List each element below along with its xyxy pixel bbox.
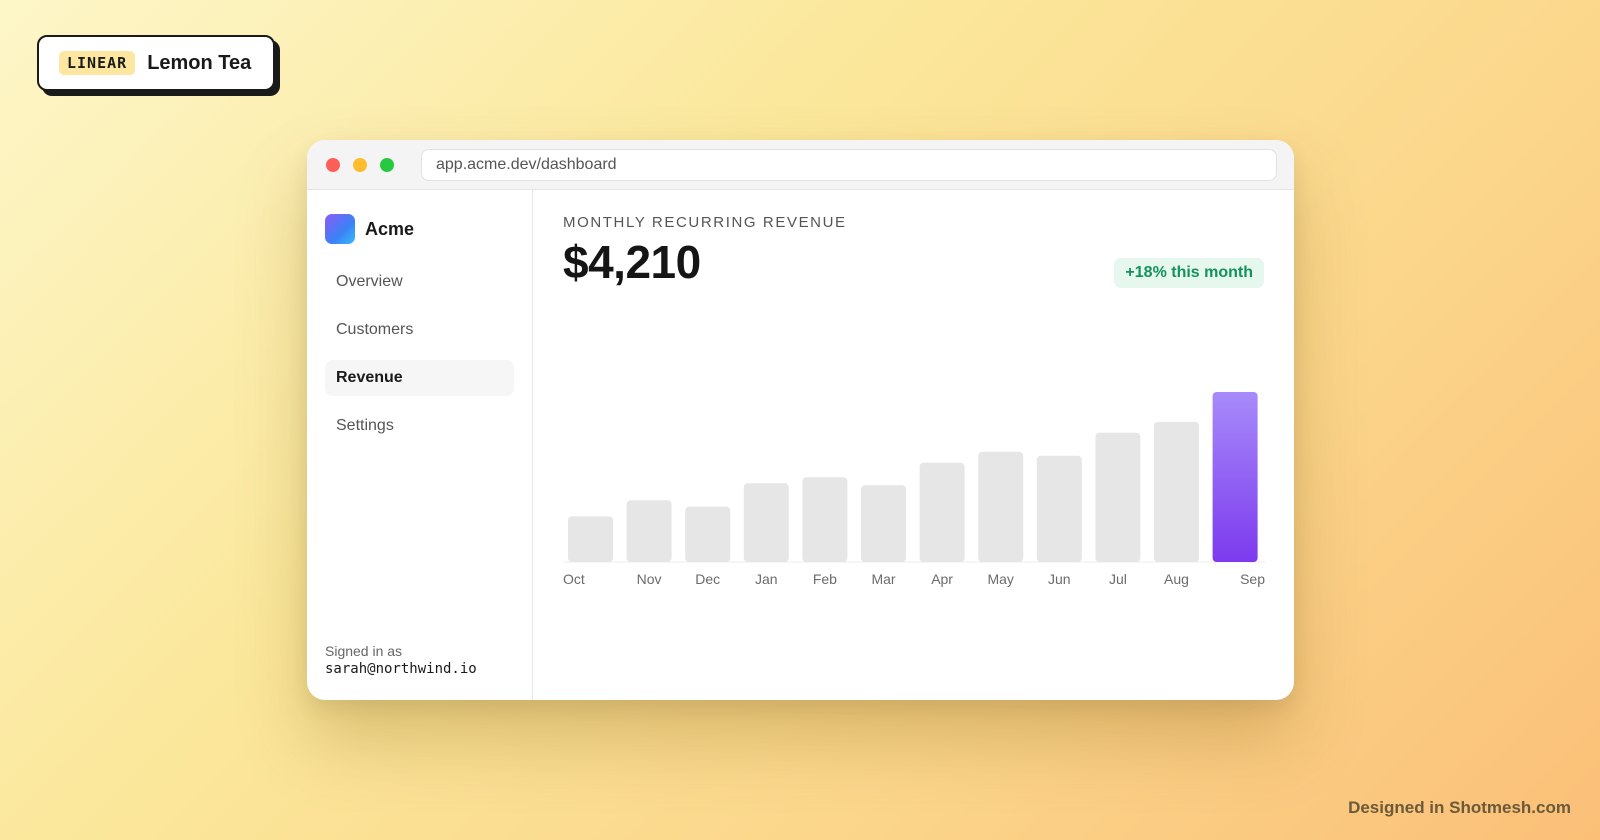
chart-bar-sep <box>1212 392 1258 562</box>
chart-x-label-mar: Mar <box>871 571 895 587</box>
chart-x-label-dec: Dec <box>695 571 720 587</box>
chart-x-label-jan: Jan <box>755 571 778 587</box>
chart-bar-mar <box>861 485 906 562</box>
chart-x-label-nov: Nov <box>637 571 662 587</box>
chart-bar-jun <box>1036 455 1082 562</box>
sidebar: Acme Overview Customers Revenue Settings… <box>307 190 533 700</box>
sidebar-item-settings[interactable]: Settings <box>325 408 514 444</box>
chart-bar-oct <box>568 516 613 562</box>
chart-x-label-jun: Jun <box>1048 571 1071 587</box>
badge-name: Lemon Tea <box>147 51 252 74</box>
address-bar[interactable]: app.acme.dev/dashboard <box>421 148 1277 181</box>
signed-in-info: Signed in as sarah@northwind.io <box>325 643 477 677</box>
chart-bar-jan <box>743 483 789 562</box>
chart-x-label-sep: Sep <box>1240 571 1265 587</box>
badge-tag: LINEAR <box>59 51 136 75</box>
chart-x-label-oct: Oct <box>563 571 585 587</box>
chart-x-label-aug: Aug <box>1164 571 1189 587</box>
footer-credit: Designed in Shotmesh.com <box>1348 798 1571 817</box>
sidebar-item-overview[interactable]: Overview <box>325 264 514 300</box>
title-bar: app.acme.dev/dashboard <box>307 140 1294 190</box>
maximize-window-button[interactable] <box>380 157 394 172</box>
signed-in-label: Signed in as <box>325 643 403 659</box>
url-text: app.acme.dev/dashboard <box>436 155 617 173</box>
chart-x-label-may: May <box>987 571 1013 587</box>
brand-badge: LINEAR Lemon Tea <box>37 35 280 96</box>
chart-bar-feb <box>802 477 848 562</box>
close-window-button[interactable] <box>326 157 340 172</box>
app-header: Acme <box>325 214 514 244</box>
app-logo-icon <box>325 214 355 244</box>
chart-bar-nov <box>626 500 672 562</box>
chart-x-label-jul: Jul <box>1109 571 1127 587</box>
signed-in-email: sarah@northwind.io <box>325 661 477 677</box>
minimize-window-button[interactable] <box>353 157 367 172</box>
badge-face: LINEAR Lemon Tea <box>37 35 275 91</box>
chart-x-label-apr: Apr <box>931 571 953 587</box>
revenue-bar-chart: Oct Nov Dec Jan Feb Mar Apr May Jun Jul Aug Sep <box>563 392 1265 587</box>
chart-x-label-feb: Feb <box>813 571 837 587</box>
chart-bar-aug <box>1154 421 1199 562</box>
chart-bar-apr <box>919 462 965 562</box>
chart-bar-jul <box>1095 432 1141 562</box>
sidebar-item-revenue[interactable]: Revenue <box>325 360 514 396</box>
chart-bar-may <box>978 451 1024 562</box>
browser-window: app.acme.dev/dashboard Acme Overview Cus… <box>307 140 1294 700</box>
app-name: Acme <box>365 218 415 239</box>
chart-bar-dec <box>685 506 731 562</box>
main-content: MONTHLY RECURRING REVENUE $4,210 +18% th… <box>533 190 1294 700</box>
app-body: Acme Overview Customers Revenue Settings… <box>307 190 1294 700</box>
sidebar-item-customers[interactable]: Customers <box>325 312 514 348</box>
